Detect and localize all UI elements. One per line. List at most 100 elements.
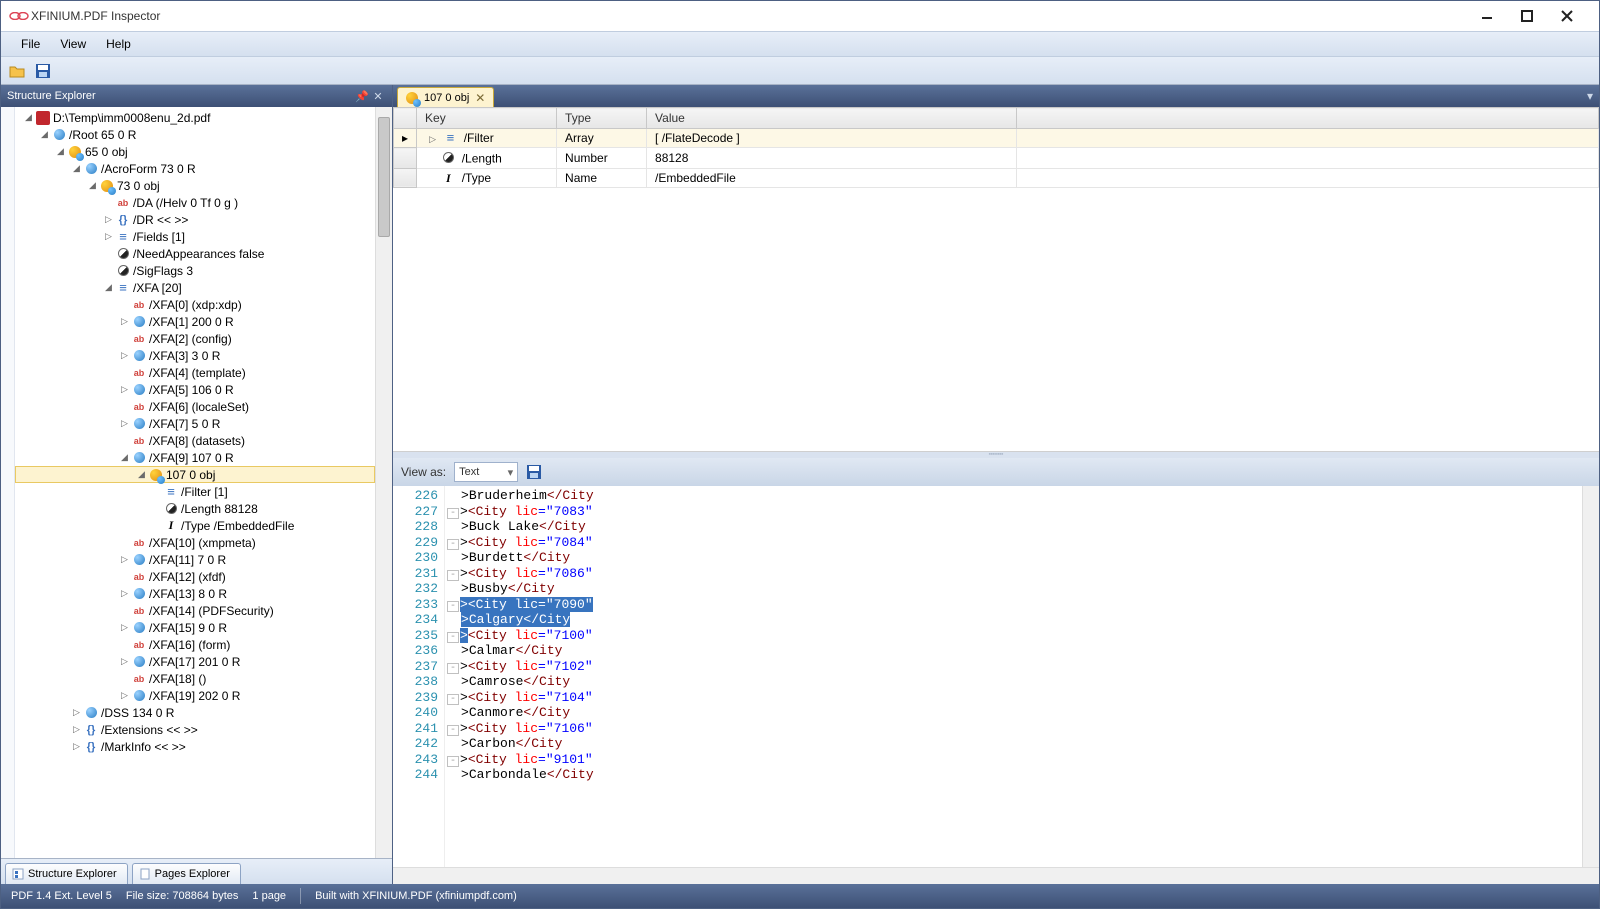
ref-icon bbox=[132, 417, 146, 431]
tree-node[interactable]: ◢D:\Temp\imm0008enu_2d.pdf bbox=[15, 109, 375, 126]
num-icon bbox=[116, 264, 130, 278]
code-line[interactable]: >Calgary</City bbox=[447, 612, 1582, 628]
tree-node[interactable]: ▷/DSS 134 0 R bbox=[15, 704, 375, 721]
tab-structure-explorer[interactable]: Structure Explorer bbox=[5, 863, 128, 884]
obj-icon bbox=[100, 179, 114, 193]
tree-node[interactable]: ◢/Root 65 0 R bbox=[15, 126, 375, 143]
code-line[interactable]: >Bruderheim</City bbox=[447, 488, 1582, 504]
code-line[interactable]: >Canmore</City bbox=[447, 705, 1582, 721]
left-bottom-tabs: Structure Explorer Pages Explorer bbox=[1, 858, 392, 884]
code-line[interactable]: -><City lic="7104" bbox=[447, 690, 1582, 706]
grid-row[interactable]: I /TypeName/EmbeddedFile bbox=[394, 168, 1599, 188]
tree-node[interactable]: ab/XFA[4] (template) bbox=[15, 364, 375, 381]
tree-node[interactable]: ab/XFA[6] (localeSet) bbox=[15, 398, 375, 415]
code-line[interactable]: -><City lic="7090" bbox=[447, 597, 1582, 613]
save-icon[interactable] bbox=[35, 63, 51, 79]
tree-node[interactable]: ▷/XFA[19] 202 0 R bbox=[15, 687, 375, 704]
tree-node[interactable]: ab/XFA[14] (PDFSecurity) bbox=[15, 602, 375, 619]
tree-node[interactable]: /Length 88128 bbox=[15, 500, 375, 517]
tree-node[interactable]: ▷{}/DR << >> bbox=[15, 211, 375, 228]
code-line[interactable]: -><City lic="7086" bbox=[447, 566, 1582, 582]
grid-row[interactable]: /LengthNumber88128 bbox=[394, 148, 1599, 169]
tree-node[interactable]: ◢≡/XFA [20] bbox=[15, 279, 375, 296]
tree-node[interactable]: ◢/XFA[9] 107 0 R bbox=[15, 449, 375, 466]
str-icon: ab bbox=[132, 434, 146, 448]
structure-panel-header: Structure Explorer 📌 ✕ bbox=[1, 85, 392, 107]
status-page-count: 1 page bbox=[252, 890, 286, 902]
code-line[interactable]: -><City lic="7084" bbox=[447, 535, 1582, 551]
tree-scrollbar[interactable] bbox=[375, 107, 392, 858]
pin-icon[interactable]: 📌 bbox=[354, 90, 370, 103]
tree-node[interactable]: ◢73 0 obj bbox=[15, 177, 375, 194]
tree-node[interactable]: ◢/AcroForm 73 0 R bbox=[15, 160, 375, 177]
tree-node[interactable]: ab/XFA[16] (form) bbox=[15, 636, 375, 653]
code-line[interactable]: -><City lic="7083" bbox=[447, 504, 1582, 520]
maximize-button[interactable] bbox=[1521, 10, 1547, 22]
tree-node[interactable]: ab/XFA[12] (xfdf) bbox=[15, 568, 375, 585]
code-editor[interactable]: 2262272282292302312322332342352362372382… bbox=[393, 486, 1599, 867]
tab-pages-explorer[interactable]: Pages Explorer bbox=[132, 863, 241, 884]
code-line[interactable]: >Camrose</City bbox=[447, 674, 1582, 690]
tree-node[interactable]: ▷{}/MarkInfo << >> bbox=[15, 738, 375, 755]
structure-tree[interactable]: ◢D:\Temp\imm0008enu_2d.pdf◢/Root 65 0 R◢… bbox=[15, 107, 375, 858]
code-line[interactable]: >Burdett</City bbox=[447, 550, 1582, 566]
close-button[interactable] bbox=[1561, 10, 1587, 22]
view-as-dropdown[interactable]: Text▾ bbox=[454, 462, 518, 482]
tree-node[interactable]: ▷/XFA[5] 106 0 R bbox=[15, 381, 375, 398]
save-content-icon[interactable] bbox=[526, 464, 542, 480]
grid-row[interactable]: ▸▷ ≡ /FilterArray[ /FlateDecode ] bbox=[394, 129, 1599, 148]
tree-node[interactable]: ▷/XFA[15] 9 0 R bbox=[15, 619, 375, 636]
tree-node[interactable]: ▷/XFA[17] 201 0 R bbox=[15, 653, 375, 670]
tree-node[interactable]: /NeedAppearances false bbox=[15, 245, 375, 262]
ref-icon bbox=[132, 655, 146, 669]
tree-node[interactable]: ▷/XFA[1] 200 0 R bbox=[15, 313, 375, 330]
tree-node[interactable]: ab/XFA[18] () bbox=[15, 670, 375, 687]
tree-node[interactable]: ▷/XFA[7] 5 0 R bbox=[15, 415, 375, 432]
tree-node[interactable]: ◢107 0 obj bbox=[15, 466, 375, 483]
editor-hscroll[interactable] bbox=[393, 867, 1599, 884]
dict-icon: {} bbox=[84, 723, 98, 737]
tree-node[interactable]: ab/DA (/Helv 0 Tf 0 g ) bbox=[15, 194, 375, 211]
view-as-label: View as: bbox=[401, 465, 446, 479]
tree-node[interactable]: ▷/XFA[13] 8 0 R bbox=[15, 585, 375, 602]
tree-node[interactable]: ab/XFA[2] (config) bbox=[15, 330, 375, 347]
tree-node[interactable]: ab/XFA[10] (xmpmeta) bbox=[15, 534, 375, 551]
tab-close-icon[interactable]: ✕ bbox=[475, 91, 485, 105]
structure-panel-title: Structure Explorer bbox=[7, 90, 96, 102]
tree-node[interactable]: ▷{}/Extensions << >> bbox=[15, 721, 375, 738]
code-line[interactable]: -><City lic="7102" bbox=[447, 659, 1582, 675]
property-grid[interactable]: KeyTypeValue▸▷ ≡ /FilterArray[ /FlateDec… bbox=[393, 107, 1599, 452]
code-line[interactable]: -><City lic="7106" bbox=[447, 721, 1582, 737]
menu-view[interactable]: View bbox=[50, 34, 96, 54]
code-line[interactable]: >Busby</City bbox=[447, 581, 1582, 597]
menu-help[interactable]: Help bbox=[96, 34, 141, 54]
tree-node[interactable]: /SigFlags 3 bbox=[15, 262, 375, 279]
tree-node[interactable]: ab/XFA[8] (datasets) bbox=[15, 432, 375, 449]
tree-node[interactable]: ▷/XFA[3] 3 0 R bbox=[15, 347, 375, 364]
ref-icon bbox=[132, 383, 146, 397]
doc-tab-active[interactable]: 107 0 obj ✕ bbox=[397, 87, 494, 107]
tab-dropdown-icon[interactable]: ▾ bbox=[1581, 89, 1599, 103]
collapse-handle[interactable] bbox=[1, 107, 15, 858]
menu-file[interactable]: File bbox=[11, 34, 50, 54]
tree-node[interactable]: ◢65 0 obj bbox=[15, 143, 375, 160]
code-line[interactable]: >Calmar</City bbox=[447, 643, 1582, 659]
tree-node[interactable]: ▷/XFA[11] 7 0 R bbox=[15, 551, 375, 568]
code-line[interactable]: >Carbon</City bbox=[447, 736, 1582, 752]
code-line[interactable]: -><City lic="7100" bbox=[447, 628, 1582, 644]
tree-node[interactable]: ab/XFA[0] (xdp:xdp) bbox=[15, 296, 375, 313]
minimize-button[interactable] bbox=[1481, 10, 1507, 22]
open-file-icon[interactable] bbox=[9, 63, 25, 79]
tree-node[interactable]: ▷≡/Fields [1] bbox=[15, 228, 375, 245]
obj-icon bbox=[68, 145, 82, 159]
tree-node[interactable]: I/Type /EmbeddedFile bbox=[15, 517, 375, 534]
panel-close-icon[interactable]: ✕ bbox=[370, 90, 386, 103]
code-line[interactable]: >Carbondale</City bbox=[447, 767, 1582, 783]
str-icon: ab bbox=[116, 196, 130, 210]
obj-icon bbox=[149, 468, 163, 482]
code-line[interactable]: >Buck Lake</City bbox=[447, 519, 1582, 535]
tree-node[interactable]: ≡/Filter [1] bbox=[15, 483, 375, 500]
code-line[interactable]: -><City lic="9101" bbox=[447, 752, 1582, 768]
ref-icon bbox=[84, 162, 98, 176]
editor-vscroll[interactable] bbox=[1582, 486, 1599, 867]
